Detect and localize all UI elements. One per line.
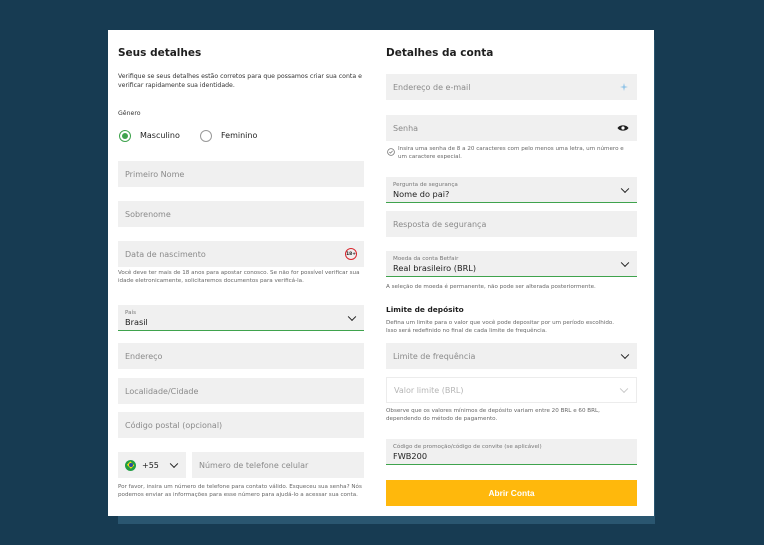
brazil-flag-icon <box>125 459 136 471</box>
phone-number-input[interactable]: Número de telefone celular <box>192 452 364 478</box>
sparkle-icon <box>620 83 628 91</box>
limit-value-placeholder: Valor limite (BRL) <box>394 385 464 395</box>
email-input[interactable]: Endereço de e-mail <box>386 74 637 100</box>
chevron-down-icon <box>620 258 630 267</box>
limit-value-select[interactable]: Valor limite (BRL) <box>386 377 637 403</box>
promo-code-input[interactable]: Código de promoção/código de convite (se… <box>386 439 637 465</box>
password-input[interactable]: Senha <box>386 115 637 141</box>
frequency-limit-placeholder: Limite de frequência <box>393 351 476 361</box>
address-placeholder: Endereço <box>125 351 163 361</box>
password-placeholder: Senha <box>393 123 419 133</box>
first-name-input[interactable]: Primeiro Nome <box>118 161 364 187</box>
deposit-limit-title: Limite de depósito <box>386 305 464 314</box>
radio-female-label[interactable]: Feminino <box>221 131 257 140</box>
last-name-placeholder: Sobrenome <box>125 209 171 219</box>
phone-country-code-select[interactable]: +55 <box>118 452 186 478</box>
eye-icon[interactable] <box>617 124 629 132</box>
phone-note: Por favor, insira um número de telefone … <box>118 484 362 498</box>
date-of-birth-placeholder: Data de nascimento <box>125 249 206 259</box>
security-answer-placeholder: Resposta de segurança <box>393 219 487 229</box>
age-note: Você deve ter mais de 18 anos para apost… <box>118 270 360 284</box>
country-label: País <box>125 309 137 316</box>
city-input[interactable]: Localidade/Cidade <box>118 378 364 404</box>
phone-code: +55 <box>142 460 159 470</box>
gender-label: Gênero <box>118 110 141 117</box>
security-question-value: Nome do pai? <box>393 188 450 199</box>
date-of-birth-input[interactable]: Data de nascimento 18+ <box>118 241 364 267</box>
country-select[interactable]: País Brasil <box>118 305 364 331</box>
open-account-button[interactable]: Abrir Conta <box>386 480 637 506</box>
currency-select[interactable]: Moeda da conta Betfair Real brasileiro (… <box>386 251 637 277</box>
radio-selected-dot <box>122 133 128 139</box>
currency-label: Moeda da conta Betfair <box>393 255 459 262</box>
promo-code-value: FWB200 <box>393 450 428 461</box>
email-placeholder: Endereço de e-mail <box>393 82 471 92</box>
last-name-input[interactable]: Sobrenome <box>118 201 364 227</box>
currency-note: A seleção de moeda é permanente, não pod… <box>386 284 596 290</box>
security-answer-input[interactable]: Resposta de segurança <box>386 211 637 237</box>
country-value: Brasil <box>125 316 148 327</box>
security-question-label: Pergunta de segurança <box>393 181 458 188</box>
first-name-placeholder: Primeiro Nome <box>125 169 185 179</box>
postal-code-input[interactable]: Código postal (opcional) <box>118 412 364 438</box>
chevron-down-icon <box>620 350 630 360</box>
promo-code-label: Código de promoção/código de convite (se… <box>393 443 542 450</box>
registration-form: Seus detalhes Verifique se seus detalhes… <box>108 30 654 516</box>
chevron-down-icon <box>169 459 179 469</box>
check-circle-icon <box>387 148 395 156</box>
radio-male[interactable] <box>119 130 131 142</box>
password-hint: Insira uma senha de 8 a 20 caracteres co… <box>398 146 624 160</box>
age-18-plus-icon: 18+ <box>345 248 357 260</box>
frequency-limit-select[interactable]: Limite de frequência <box>386 343 637 369</box>
section-title-account-details: Detalhes da conta <box>386 47 494 59</box>
postal-code-placeholder: Código postal (opcional) <box>125 420 223 430</box>
section-title-your-details: Seus detalhes <box>118 47 202 59</box>
chevron-down-icon <box>619 384 629 394</box>
chevron-down-icon <box>347 312 357 321</box>
phone-number-placeholder: Número de telefone celular <box>199 460 309 470</box>
deposit-minimum-note: Observe que os valores mínimos de depósi… <box>386 408 600 422</box>
intro-text: Verifique se seus detalhes estão correto… <box>118 73 362 89</box>
deposit-limit-intro: Defina um limite para o valor que você p… <box>386 320 615 334</box>
city-placeholder: Localidade/Cidade <box>125 386 199 396</box>
security-question-select[interactable]: Pergunta de segurança Nome do pai? <box>386 177 637 203</box>
chevron-down-icon <box>620 184 630 193</box>
radio-male-label[interactable]: Masculino <box>140 131 180 140</box>
currency-value: Real brasileiro (BRL) <box>393 262 477 273</box>
radio-female[interactable] <box>200 130 212 142</box>
address-input[interactable]: Endereço <box>118 343 364 369</box>
